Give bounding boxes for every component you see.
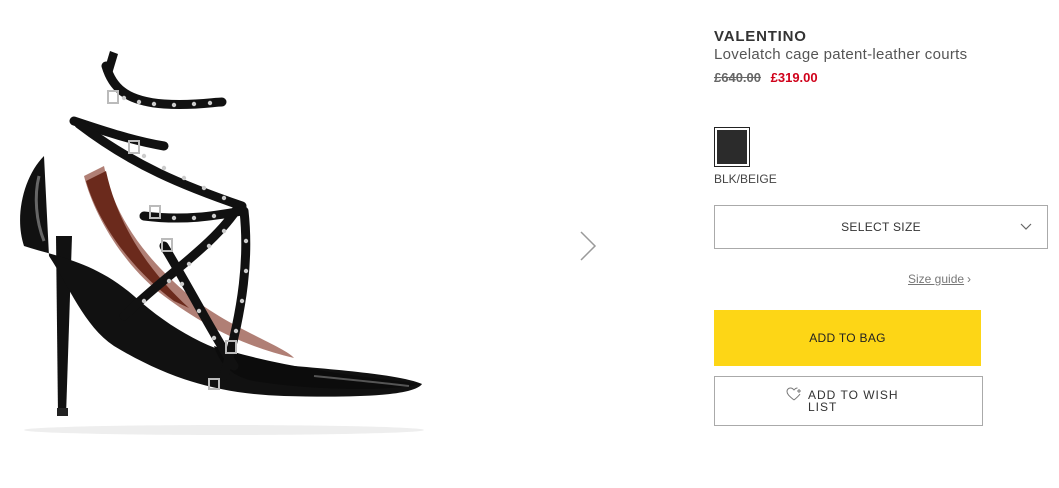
price-block: £640.00 £319.00 <box>714 70 818 85</box>
colour-label: BLK/BEIGE <box>714 172 777 186</box>
chevron-down-icon <box>1020 223 1032 230</box>
add-to-bag-button[interactable]: ADD TO BAG <box>714 310 981 366</box>
size-select-label: SELECT SIZE <box>841 220 921 234</box>
size-select[interactable]: SELECT SIZE <box>714 205 1048 249</box>
add-to-wishlist-button[interactable]: ADD TO WISH LIST <box>714 376 983 426</box>
size-guide-label: Size guide <box>908 272 965 286</box>
sale-price: £319.00 <box>770 70 818 85</box>
add-to-wishlist-label: ADD TO WISH LIST <box>808 388 899 414</box>
product-details: VALENTINO Lovelatch cage patent-leather … <box>714 0 1054 488</box>
colour-swatch-fill <box>717 130 747 164</box>
product-gallery <box>0 0 620 488</box>
gallery-next-chevron-right-icon[interactable] <box>576 228 600 264</box>
chevron-right-icon: › <box>967 272 972 286</box>
size-guide-link[interactable]: Size guide › <box>908 272 971 286</box>
brand-name: VALENTINO <box>714 28 807 45</box>
product-image <box>20 51 424 435</box>
original-price: £640.00 <box>714 70 761 85</box>
colour-swatch[interactable] <box>714 127 750 167</box>
add-to-bag-label: ADD TO BAG <box>809 331 886 345</box>
product-title: Lovelatch cage patent-leather courts <box>714 46 968 63</box>
heart-plus-icon <box>786 387 801 401</box>
